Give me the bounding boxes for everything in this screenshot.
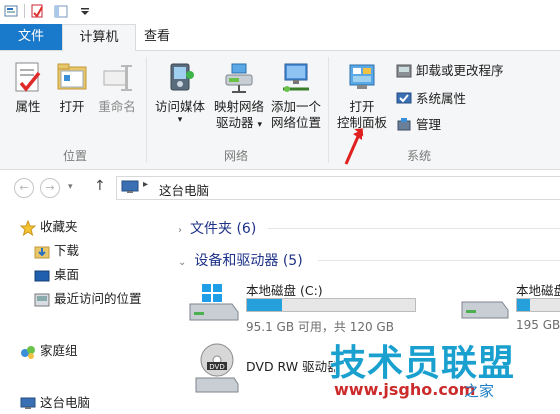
devices-group-header[interactable]: ⌄ 设备和驱动器 (5) bbox=[178, 250, 303, 270]
drive-c-info: 95.1 GB 可用，共 120 GB bbox=[246, 320, 394, 334]
add-network-location-button[interactable]: 添加一个 网络位置 bbox=[268, 61, 324, 131]
rename-icon bbox=[103, 65, 132, 91]
map-drive-label-2: 驱动器 ▾ bbox=[215, 115, 263, 130]
undo-icon[interactable] bbox=[30, 4, 44, 18]
access-media-button[interactable]: 访问媒体 ▾ bbox=[152, 61, 208, 125]
system-properties-label: 系统属性 bbox=[416, 91, 467, 106]
watermark-brand: 技术员联盟 bbox=[330, 343, 516, 384]
quick-access-toolbar bbox=[0, 0, 560, 24]
this-pc-icon bbox=[20, 397, 36, 409]
expand-chevron-icon: › bbox=[178, 225, 182, 236]
dvd-drive-icon: DVD bbox=[195, 343, 239, 393]
tab-file[interactable]: 文件 bbox=[0, 24, 62, 50]
watermark-suffix: 之家 bbox=[464, 382, 495, 400]
open-cp-label-1: 打开 bbox=[349, 99, 375, 114]
recent-places-icon bbox=[34, 293, 50, 307]
map-drive-dropdown-icon: ▾ bbox=[257, 120, 263, 130]
properties-button[interactable]: 属性 bbox=[8, 61, 48, 115]
system-properties-icon bbox=[396, 92, 412, 104]
control-panel-icon bbox=[349, 64, 375, 89]
new-folder-icon[interactable] bbox=[54, 4, 68, 18]
rename-button[interactable]: 重命名 bbox=[94, 61, 140, 115]
map-drive-icon bbox=[225, 63, 253, 93]
recent-locations-icon[interactable]: ▾ bbox=[68, 182, 73, 192]
uninstall-label: 卸载或更改程序 bbox=[416, 63, 504, 78]
manage-button[interactable]: 管理 bbox=[396, 115, 556, 135]
uninstall-icon bbox=[396, 64, 412, 78]
map-network-drive-button[interactable]: 映射网络 驱动器 ▾ bbox=[210, 61, 268, 133]
svg-text:DVD: DVD bbox=[209, 363, 224, 371]
open-control-panel-button[interactable]: 打开 控制面板 bbox=[334, 61, 390, 131]
windows-drive-icon bbox=[189, 284, 239, 321]
folders-group-header[interactable]: › 文件夹 (6) bbox=[178, 218, 256, 238]
address-bar-row: ← → ▾ ↑ ▸ 这台电脑 bbox=[0, 170, 560, 204]
network-group-label: 网络 bbox=[223, 149, 248, 163]
forward-button[interactable]: → bbox=[40, 178, 60, 198]
drive-c-name: 本地磁盘 (C:) bbox=[246, 283, 323, 298]
properties-label: 属性 bbox=[15, 99, 41, 114]
star-icon bbox=[20, 220, 36, 236]
open-label: 打开 bbox=[59, 99, 85, 114]
properties-small-icon[interactable] bbox=[4, 4, 18, 18]
map-drive-label-1: 映射网络 bbox=[213, 99, 264, 114]
add-location-label-2: 网络位置 bbox=[270, 115, 321, 130]
drive-d-usage-bar bbox=[516, 298, 560, 312]
drive-c[interactable]: 本地磁盘 (C:) 95.1 GB 可用，共 120 GB bbox=[188, 278, 418, 338]
network-location-icon bbox=[283, 63, 309, 92]
downloads-folder-icon bbox=[34, 246, 50, 259]
dvd-drive-name: DVD RW 驱动器 bbox=[246, 359, 340, 374]
breadcrumb-this-pc[interactable]: 这台电脑 bbox=[159, 180, 209, 199]
desktop-icon bbox=[34, 270, 50, 282]
breadcrumb-separator-icon: ▸ bbox=[143, 179, 149, 190]
add-location-label-1: 添加一个 bbox=[270, 99, 321, 114]
open-button[interactable]: 打开 bbox=[52, 61, 92, 115]
rename-label: 重命名 bbox=[98, 99, 136, 114]
watermark-url: www.jsgho.com bbox=[334, 380, 476, 399]
watermark: 技术员联盟 www.jsgho.com 之家 bbox=[330, 334, 560, 405]
system-group-label: 系统 bbox=[406, 149, 431, 163]
ribbon-tabs: 文件 计算机 查看 bbox=[0, 24, 560, 52]
access-media-dropdown-icon: ▾ bbox=[177, 115, 183, 125]
system-properties-button[interactable]: 系统属性 bbox=[396, 89, 556, 109]
uninstall-program-button[interactable]: 卸载或更改程序 bbox=[396, 61, 556, 81]
customize-toolbar-icon[interactable] bbox=[78, 4, 92, 18]
manage-icon bbox=[397, 118, 411, 131]
location-group-label: 位置 bbox=[62, 149, 87, 163]
media-device-icon bbox=[170, 63, 194, 91]
tab-computer[interactable]: 计算机 bbox=[62, 24, 136, 52]
properties-icon bbox=[15, 62, 41, 92]
navigation-pane: 收藏夹 下载 桌面 最近访问的位置 家庭组 这台电脑 bbox=[0, 206, 168, 410]
drive-c-usage-fill bbox=[247, 299, 283, 311]
drive-d-usage-fill bbox=[517, 299, 530, 311]
up-button[interactable]: ↑ bbox=[94, 178, 106, 194]
collapse-chevron-icon: ⌄ bbox=[178, 257, 187, 268]
back-button[interactable]: ← bbox=[14, 178, 34, 198]
homegroup-icon bbox=[21, 346, 35, 359]
drive-d-info: 195 GB bbox=[516, 318, 560, 332]
address-box[interactable]: ▸ 这台电脑 bbox=[116, 176, 560, 200]
this-pc-small-icon bbox=[121, 180, 139, 193]
hard-drive-icon bbox=[461, 301, 509, 319]
access-media-label: 访问媒体 bbox=[154, 99, 205, 114]
tab-view[interactable]: 查看 bbox=[136, 24, 178, 50]
drive-d-name: 本地磁盘 bbox=[516, 283, 560, 298]
manage-label: 管理 bbox=[416, 117, 442, 132]
ribbon: 属性 打开 重命名 位置 访问媒体 ▾ 映射网络 驱动器 ▾ 添加一个 网络位置… bbox=[0, 51, 560, 170]
drive-c-usage-bar bbox=[246, 298, 416, 312]
open-folder-icon bbox=[57, 63, 87, 90]
drive-d[interactable]: 本地磁盘 195 GB bbox=[460, 278, 560, 338]
